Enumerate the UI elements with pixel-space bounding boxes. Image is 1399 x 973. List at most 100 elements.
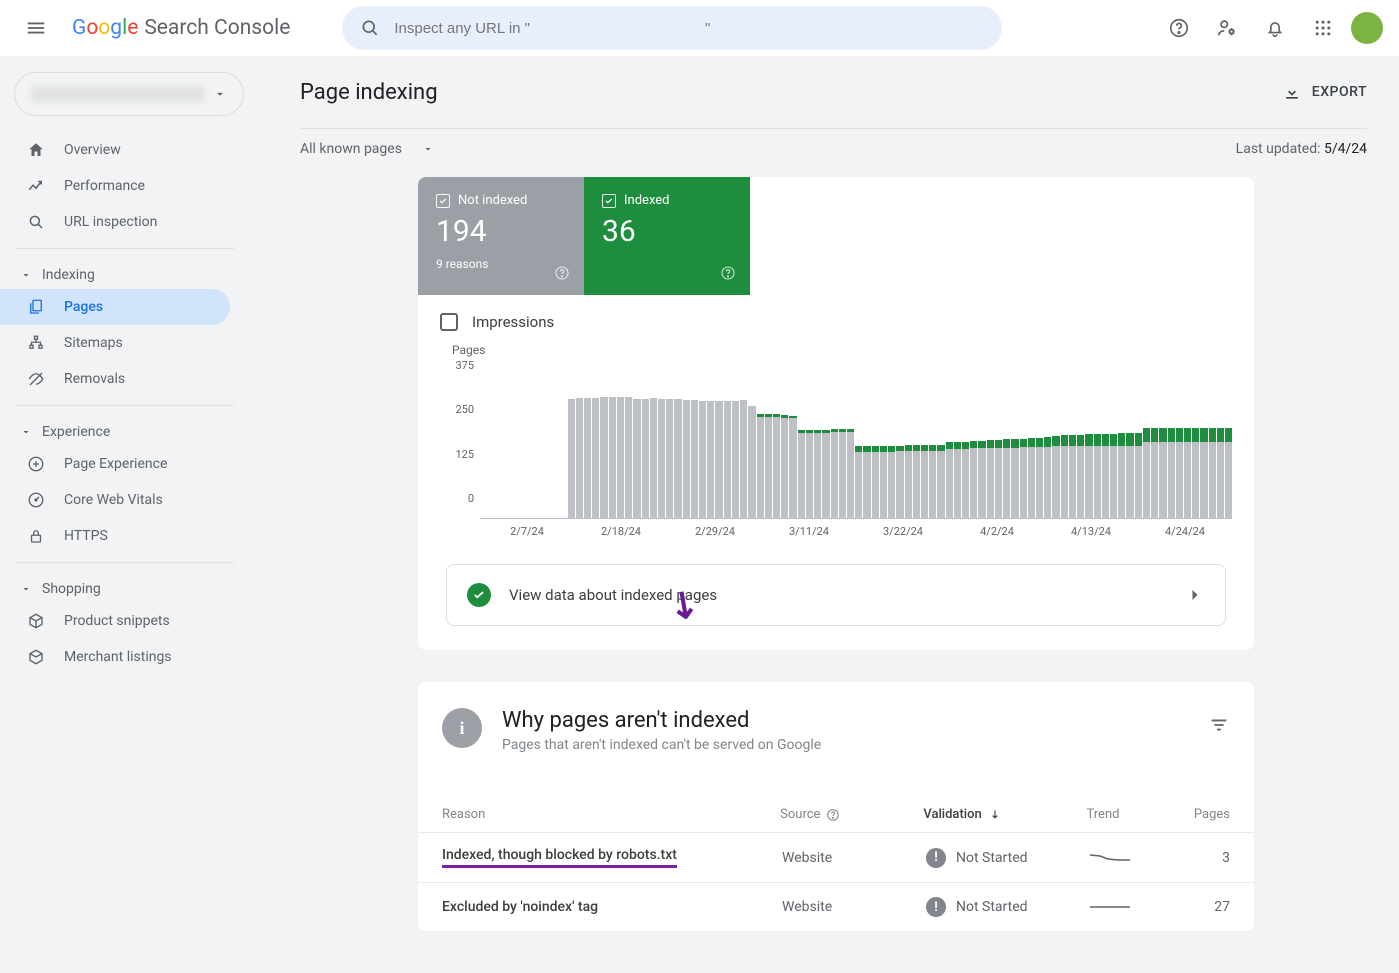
chart-bar[interactable] xyxy=(781,415,788,518)
nav-page-experience[interactable]: Page Experience xyxy=(0,446,230,482)
nav-performance[interactable]: Performance xyxy=(0,168,230,204)
chart-bar[interactable] xyxy=(666,399,673,518)
chart-bar[interactable] xyxy=(584,398,591,518)
chart-bar[interactable] xyxy=(1069,435,1076,518)
chart-bar[interactable] xyxy=(1209,428,1216,518)
chart-bar[interactable] xyxy=(987,440,994,518)
chart-bar[interactable] xyxy=(748,406,755,518)
section-experience[interactable]: Experience xyxy=(0,414,256,446)
chart-bar[interactable] xyxy=(642,399,649,518)
chart-bar[interactable] xyxy=(921,445,928,518)
chart-bar[interactable] xyxy=(1061,435,1068,518)
chart-bar[interactable] xyxy=(683,400,690,518)
chart-bar[interactable] xyxy=(822,430,829,518)
chart-bar[interactable] xyxy=(954,442,961,518)
nav-https[interactable]: HTTPS xyxy=(0,518,230,554)
chart-bar[interactable] xyxy=(1003,439,1010,518)
url-inspect-input[interactable] xyxy=(394,20,984,37)
chart-bar[interactable] xyxy=(1011,439,1018,518)
chart-bar[interactable] xyxy=(1118,433,1125,518)
chart-bar[interactable] xyxy=(855,446,862,518)
nav-product-snippets[interactable]: Product snippets xyxy=(0,603,230,639)
notifications-button[interactable] xyxy=(1255,8,1295,48)
chart-bar[interactable] xyxy=(896,446,903,518)
chart-bar[interactable] xyxy=(674,399,681,518)
chart-bar[interactable] xyxy=(937,445,944,518)
nav-merchant-listings[interactable]: Merchant listings xyxy=(0,639,230,675)
chart-bar[interactable] xyxy=(1225,428,1232,518)
chart-bar[interactable] xyxy=(929,445,936,518)
chart-bar[interactable] xyxy=(592,398,599,518)
chart-bar[interactable] xyxy=(872,446,879,518)
chart-bar[interactable] xyxy=(699,401,706,518)
chart-bar[interactable] xyxy=(789,416,796,518)
pages-filter-dropdown[interactable]: All known pages xyxy=(300,141,434,157)
chart-bar[interactable] xyxy=(1217,428,1224,518)
chart-bar[interactable] xyxy=(724,401,731,518)
chart-bar[interactable] xyxy=(707,401,714,518)
chart-bar[interactable] xyxy=(1200,428,1207,518)
chart-bar[interactable] xyxy=(831,429,838,518)
section-shopping[interactable]: Shopping xyxy=(0,571,256,603)
chart-bar[interactable] xyxy=(1085,434,1092,518)
chart-bar[interactable] xyxy=(1192,428,1199,518)
chart-bar[interactable] xyxy=(1052,436,1059,518)
property-selector[interactable] xyxy=(14,72,244,116)
chart-bar[interactable] xyxy=(962,442,969,518)
chart-bar[interactable] xyxy=(839,429,846,518)
users-settings-button[interactable] xyxy=(1207,8,1247,48)
chart-bar[interactable] xyxy=(1168,428,1175,518)
chart-bar[interactable] xyxy=(650,398,657,518)
chart-bar[interactable] xyxy=(1135,433,1142,518)
chart-bar[interactable] xyxy=(1151,428,1158,518)
chart-bar[interactable] xyxy=(1176,428,1183,518)
chart-bar[interactable] xyxy=(773,414,780,518)
chart-bar[interactable] xyxy=(995,440,1002,518)
help-icon[interactable] xyxy=(826,808,840,822)
help-icon[interactable] xyxy=(720,265,736,281)
chart-bar[interactable] xyxy=(609,397,616,518)
chart-bar[interactable] xyxy=(617,397,624,518)
export-button[interactable]: EXPORT xyxy=(1282,82,1367,102)
chart-bar[interactable] xyxy=(765,414,772,518)
view-indexed-data-button[interactable]: View data about indexed pages xyxy=(446,564,1226,626)
chart-bar[interactable] xyxy=(715,401,722,518)
chart-bar[interactable] xyxy=(1143,428,1150,518)
tile-indexed[interactable]: Indexed 36 xyxy=(584,177,750,295)
chart-bar[interactable] xyxy=(1094,434,1101,518)
nav-core-web-vitals[interactable]: Core Web Vitals xyxy=(0,482,230,518)
chart-bar[interactable] xyxy=(1028,438,1035,518)
chart-bar[interactable] xyxy=(905,445,912,518)
chart-bar[interactable] xyxy=(978,441,985,518)
chart-bar[interactable] xyxy=(576,398,583,518)
chart-bar[interactable] xyxy=(880,446,887,518)
chart-bar[interactable] xyxy=(1102,434,1109,518)
chart-bar[interactable] xyxy=(757,414,764,518)
chart-bar[interactable] xyxy=(732,401,739,518)
impressions-toggle[interactable]: Impressions xyxy=(418,295,1254,339)
nav-removals[interactable]: Removals xyxy=(0,361,230,397)
account-avatar[interactable] xyxy=(1351,12,1383,44)
chart-bar[interactable] xyxy=(1159,428,1166,518)
chart-plot[interactable] xyxy=(480,359,1232,519)
chart-bar[interactable] xyxy=(600,397,607,518)
section-indexing[interactable]: Indexing xyxy=(0,257,256,289)
chart-bar[interactable] xyxy=(1044,437,1051,518)
chart-bar[interactable] xyxy=(1110,434,1117,518)
table-row[interactable]: Indexed, though blocked by robots.txtWeb… xyxy=(418,832,1254,882)
nav-url-inspection[interactable]: URL inspection xyxy=(0,204,230,240)
chart-bar[interactable] xyxy=(658,399,665,518)
chart-bar[interactable] xyxy=(1184,428,1191,518)
help-icon[interactable] xyxy=(554,265,570,281)
url-inspect-searchbar[interactable] xyxy=(342,6,1002,50)
chart-bar[interactable] xyxy=(863,446,870,518)
chart-bar[interactable] xyxy=(888,446,895,518)
filter-button[interactable] xyxy=(1208,708,1230,736)
chart-bar[interactable] xyxy=(568,399,575,518)
nav-pages[interactable]: Pages xyxy=(0,289,230,325)
chart-bar[interactable] xyxy=(913,445,920,518)
apps-button[interactable] xyxy=(1303,8,1343,48)
chart-bar[interactable] xyxy=(1077,435,1084,518)
chart-bar[interactable] xyxy=(847,429,854,518)
tile-not-indexed[interactable]: Not indexed 194 9 reasons xyxy=(418,177,584,295)
